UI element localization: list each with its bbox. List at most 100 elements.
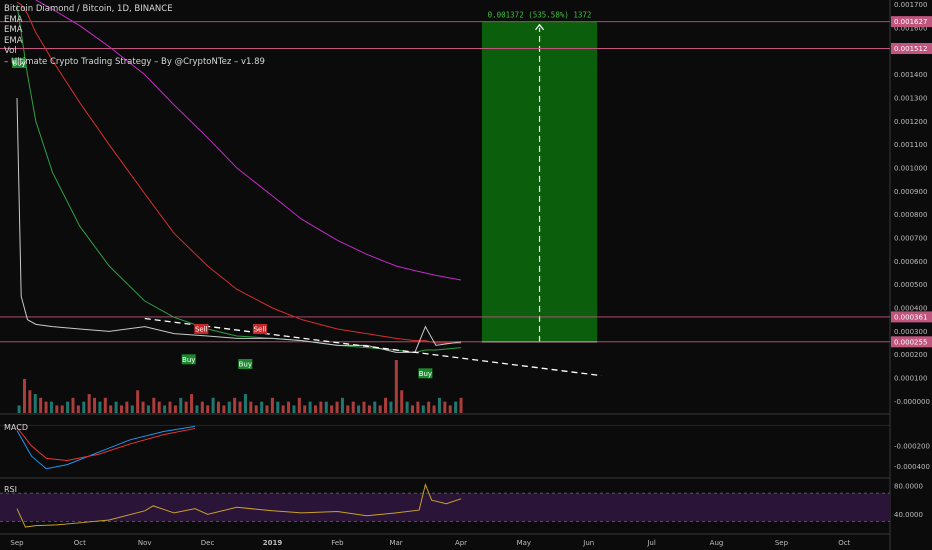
volume-bar bbox=[410, 405, 414, 413]
y-tick-label: -0.000000 bbox=[894, 398, 930, 406]
volume-bar bbox=[179, 397, 183, 413]
x-tick-label: Feb bbox=[331, 539, 344, 547]
x-tick-label: Oct bbox=[838, 539, 850, 547]
volume-bar bbox=[141, 401, 145, 413]
volume-bar bbox=[195, 405, 199, 413]
y-tick-label: 0.000900 bbox=[894, 188, 927, 196]
ema-legend-1: EMA bbox=[4, 14, 23, 25]
volume-bar bbox=[103, 397, 107, 413]
volume-bar bbox=[319, 401, 323, 413]
volume-bar bbox=[405, 401, 409, 413]
y-tick-label: 0.000700 bbox=[894, 235, 927, 243]
volume-bar bbox=[17, 405, 21, 413]
volume-bar bbox=[254, 405, 258, 413]
rsi-tick-label: 40.0000 bbox=[894, 511, 923, 519]
volume-bar bbox=[200, 401, 204, 413]
x-tick-label: Sep bbox=[775, 539, 789, 547]
y-tick-label: 0.001100 bbox=[894, 141, 927, 149]
signal-text: Sell bbox=[254, 326, 267, 334]
volume-bar bbox=[71, 397, 75, 413]
x-tick-label: Dec bbox=[201, 539, 215, 547]
volume-bar bbox=[324, 401, 328, 413]
volume-bar bbox=[119, 405, 123, 413]
volume-bar bbox=[39, 397, 43, 413]
signal-buy: Buy bbox=[238, 359, 253, 369]
volume-bar bbox=[216, 401, 220, 413]
volume-bar bbox=[98, 401, 102, 413]
volume-bar bbox=[190, 394, 194, 413]
volume-bar bbox=[432, 405, 436, 413]
y-tick-label: 0.001300 bbox=[894, 95, 927, 103]
volume-bar bbox=[163, 405, 167, 413]
volume-bar bbox=[454, 401, 458, 413]
volume-bar bbox=[82, 401, 86, 413]
volume-bar bbox=[308, 401, 312, 413]
volume-bar bbox=[249, 401, 253, 413]
volume-bar bbox=[238, 401, 242, 413]
chart-legend: Bitcoin Diamond / Bitcoin, 1D, BINANCE E… bbox=[4, 4, 265, 67]
volume-bar bbox=[389, 401, 393, 413]
volume-bar bbox=[109, 405, 113, 413]
volume-bar bbox=[168, 401, 172, 413]
volume-bar bbox=[28, 390, 32, 413]
volume-bar bbox=[276, 401, 280, 413]
volume-bar bbox=[427, 401, 431, 413]
x-tick-label: Nov bbox=[138, 539, 152, 547]
volume-bar bbox=[270, 397, 274, 413]
volume-bar bbox=[265, 405, 269, 413]
chart-background bbox=[0, 0, 932, 550]
signal-buy: Buy bbox=[181, 354, 196, 365]
y-tick-label: 0.001700 bbox=[894, 1, 927, 9]
volume-bar bbox=[44, 401, 48, 413]
volume-bar bbox=[367, 405, 371, 413]
price-level-tag: 0.000255 bbox=[891, 336, 932, 348]
volume-bar bbox=[136, 390, 140, 413]
y-tick-label: 0.000500 bbox=[894, 281, 927, 289]
volume-bar bbox=[173, 405, 177, 413]
y-tick-label: 0.000200 bbox=[894, 351, 927, 359]
volume-bar bbox=[400, 390, 404, 413]
signal-text: Buy bbox=[419, 370, 432, 378]
volume-bar bbox=[157, 401, 161, 413]
level-tag-text: 0.001512 bbox=[894, 45, 927, 53]
target-label: 0.001372 (535.58%) 1372 bbox=[488, 11, 592, 20]
x-tick-label: Apr bbox=[455, 539, 467, 547]
trading-chart[interactable]: 0.001372 (535.58%) 1372 Buy Sell Sell Buy Buy… bbox=[0, 0, 932, 550]
y-tick-label: 0.000800 bbox=[894, 211, 927, 219]
rsi-tick-label: 80.0000 bbox=[894, 483, 923, 491]
ema-legend-2: EMA bbox=[4, 25, 23, 35]
volume-bar bbox=[87, 394, 91, 413]
volume-bar bbox=[448, 405, 452, 413]
rsi-pane-label: RSI bbox=[4, 485, 17, 494]
volume-bar bbox=[378, 405, 382, 413]
x-tick-label: Jul bbox=[646, 539, 656, 547]
x-tick-label: Oct bbox=[74, 539, 86, 547]
macd-tick-label: -0.000200 bbox=[894, 443, 930, 451]
volume-bar bbox=[303, 405, 307, 413]
y-tick-label: 0.000600 bbox=[894, 258, 927, 266]
volume-bar bbox=[206, 405, 210, 413]
volume-bar bbox=[313, 405, 317, 413]
strategy-legend: – Ultimate Crypto Trading Strategy – By … bbox=[4, 56, 265, 67]
volume-bar bbox=[351, 401, 355, 413]
volume-bar bbox=[287, 401, 291, 413]
volume-bar bbox=[292, 405, 296, 413]
volume-bar bbox=[152, 397, 156, 413]
x-tick-label: Sep bbox=[10, 539, 24, 547]
y-tick-label: 0.001400 bbox=[894, 71, 927, 79]
x-tick-label: 2019 bbox=[263, 539, 283, 547]
volume-bar bbox=[60, 405, 64, 413]
volume-bar bbox=[22, 378, 26, 413]
volume-bar bbox=[55, 405, 59, 413]
price-level-tag: 0.001627 bbox=[891, 16, 932, 28]
signal-buy: Buy bbox=[418, 368, 433, 379]
y-tick-label: 0.001200 bbox=[894, 118, 927, 126]
ema-legend-3: EMA bbox=[4, 35, 23, 46]
signal-sell: Sell bbox=[194, 324, 209, 334]
volume-bar bbox=[437, 397, 441, 413]
signal-sell: Sell bbox=[252, 324, 267, 334]
volume-bar bbox=[330, 405, 334, 413]
volume-bar bbox=[384, 397, 388, 413]
volume-bar bbox=[362, 401, 366, 413]
volume-bar bbox=[335, 401, 339, 413]
